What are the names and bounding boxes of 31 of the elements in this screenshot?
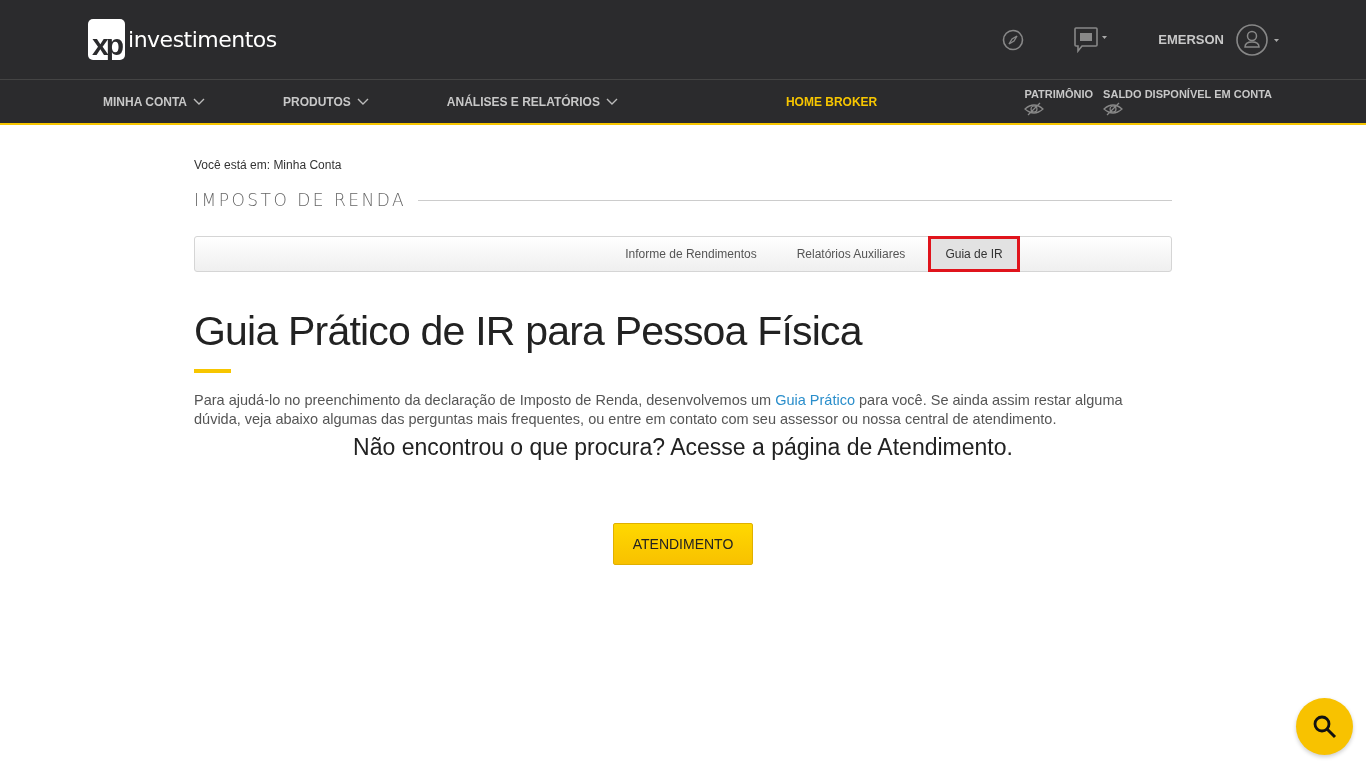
chat-icon[interactable]: [1074, 26, 1109, 53]
tab[interactable]: Relatórios Auxiliares: [779, 236, 923, 272]
tab[interactable]: Informe de Rendimentos: [608, 236, 774, 272]
tab[interactable]: Guia de IR: [928, 236, 1020, 272]
logo-mark: xp: [88, 19, 125, 60]
nav-menu-item[interactable]: MINHA CONTA: [103, 94, 205, 109]
help-prompt: Não encontrou o que procura? Acesse a página de Atendimento.: [352, 434, 1014, 461]
search-button[interactable]: [1296, 698, 1353, 755]
user-name[interactable]: EMERSON: [1158, 32, 1224, 47]
balance-label: PATRIMÔNIO: [1024, 88, 1094, 100]
nav-link[interactable]: HOME BROKER: [785, 94, 878, 109]
balance-label: SALDO DISPONÍVEL EM CONTA: [1103, 88, 1272, 100]
section-title: IMPOSTO DE RENDA: [194, 190, 407, 210]
intro-paragraph: Para ajudá-lo no preenchimento da declaração de Imposto de Renda, desenvolvemos um Guia Prático para você. Se ainda assim restar alguma dúvida, veja abaixo algumas das perguntas mais frequentes, ou entre em contato com seu assessor ou nossa central de atendimento.: [194, 391, 1124, 429]
nav-menu-item[interactable]: ANÁLISES E RELATÓRIOS: [446, 94, 618, 109]
heading-underline: [194, 369, 231, 373]
breadcrumb: Você está em: Minha Conta: [194, 158, 343, 172]
search-icon: [1311, 713, 1338, 740]
user-avatar-icon[interactable]: [1236, 23, 1280, 56]
nav-menu-item[interactable]: PRODUTOS: [283, 94, 369, 109]
guide-link[interactable]: Guia Prático: [775, 392, 855, 408]
hidden-eye-icon[interactable]: [1024, 102, 1045, 116]
logo[interactable]: xp investimentos: [88, 19, 277, 60]
logo-wordmark: investimentos: [128, 27, 277, 52]
chevron-down-icon: [356, 97, 369, 106]
chevron-down-icon: [605, 97, 618, 106]
support-button[interactable]: ATENDIMENTO: [613, 523, 753, 565]
page-heading: Guia Prático de IR para Pessoa Física: [194, 308, 864, 355]
hidden-eye-icon[interactable]: [1103, 102, 1124, 116]
compass-icon[interactable]: [1002, 28, 1025, 51]
chevron-down-icon: [193, 97, 205, 106]
